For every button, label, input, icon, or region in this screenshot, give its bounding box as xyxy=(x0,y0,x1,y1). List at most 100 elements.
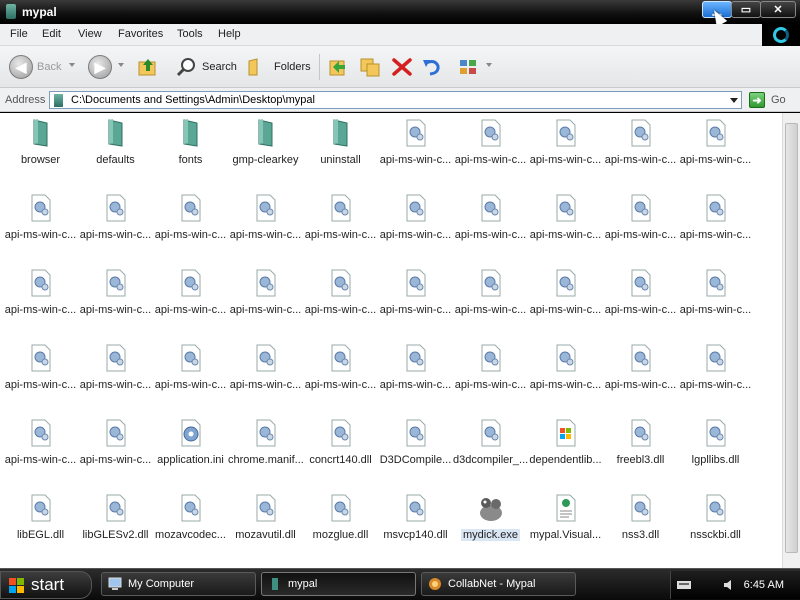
file-item[interactable]: nss3.dll xyxy=(603,491,678,566)
back-dropdown-icon[interactable] xyxy=(69,63,75,67)
address-dropdown-button[interactable] xyxy=(727,92,741,108)
file-item[interactable]: api-ms-win-c... xyxy=(153,191,228,266)
file-item[interactable]: api-ms-win-c... xyxy=(378,266,453,341)
file-item[interactable]: mozglue.dll xyxy=(303,491,378,566)
folder-item[interactable]: defaults xyxy=(78,116,153,191)
undo-icon[interactable] xyxy=(421,57,443,77)
file-item[interactable]: api-ms-win-c... xyxy=(678,266,753,341)
file-item[interactable]: libEGL.dll xyxy=(3,491,78,566)
views-icon[interactable] xyxy=(458,57,480,77)
scrollbar-thumb[interactable] xyxy=(785,123,798,553)
file-item[interactable]: dependentlib... xyxy=(528,416,603,491)
file-name: api-ms-win-c... xyxy=(454,154,527,166)
search-icon[interactable] xyxy=(176,57,198,77)
menu-help[interactable]: Help xyxy=(218,28,241,40)
file-item[interactable]: mozavutil.dll xyxy=(228,491,303,566)
file-item[interactable]: api-ms-win-c... xyxy=(453,116,528,191)
back-button[interactable]: ◀ xyxy=(9,55,33,79)
file-item[interactable]: api-ms-win-c... xyxy=(603,341,678,416)
file-item[interactable]: api-ms-win-c... xyxy=(3,416,78,491)
file-item[interactable]: api-ms-win-c... xyxy=(3,341,78,416)
volume-icon[interactable] xyxy=(723,579,737,591)
menu-tools[interactable]: Tools xyxy=(177,28,203,40)
file-item[interactable]: api-ms-win-c... xyxy=(303,191,378,266)
file-item[interactable]: freebl3.dll xyxy=(603,416,678,491)
file-item[interactable]: api-ms-win-c... xyxy=(603,116,678,191)
views-dropdown-icon[interactable] xyxy=(486,63,492,67)
dll-file-icon xyxy=(479,343,503,373)
maximize-button[interactable]: ▭ xyxy=(731,1,761,18)
search-label[interactable]: Search xyxy=(202,61,237,73)
file-item[interactable]: nssckbi.dll xyxy=(678,491,753,566)
file-item[interactable]: mydick.exe xyxy=(453,491,528,566)
task-collabnet-mypal[interactable]: CollabNet - Mypal xyxy=(421,572,576,596)
file-item[interactable]: api-ms-win-c... xyxy=(678,341,753,416)
task-my-computer[interactable]: My Computer xyxy=(101,572,256,596)
file-item[interactable]: api-ms-win-c... xyxy=(678,116,753,191)
folders-icon[interactable] xyxy=(246,57,268,77)
forward-button[interactable]: ▶ xyxy=(88,55,112,79)
copy-to-icon[interactable] xyxy=(359,57,381,77)
file-item[interactable]: api-ms-win-c... xyxy=(453,191,528,266)
menu-favorites[interactable]: Favorites xyxy=(118,28,163,40)
keyboard-icon[interactable] xyxy=(677,579,691,591)
file-item[interactable]: application.ini xyxy=(153,416,228,491)
task-mypal-folder[interactable]: mypal xyxy=(261,572,416,596)
file-view[interactable]: browser defaults fonts gmp-clearkey uninstal… xyxy=(0,113,782,568)
go-arrow-icon[interactable]: ➜ xyxy=(749,92,765,108)
file-item[interactable]: api-ms-win-c... xyxy=(528,341,603,416)
file-item[interactable]: api-ms-win-c... xyxy=(228,266,303,341)
file-item[interactable]: mozavcodec... xyxy=(153,491,228,566)
file-item[interactable]: api-ms-win-c... xyxy=(153,341,228,416)
file-item[interactable]: api-ms-win-c... xyxy=(78,266,153,341)
file-item[interactable]: api-ms-win-c... xyxy=(78,341,153,416)
file-item[interactable]: api-ms-win-c... xyxy=(378,341,453,416)
file-item[interactable]: concrt140.dll xyxy=(303,416,378,491)
file-item[interactable]: mypal.Visual... xyxy=(528,491,603,566)
file-item[interactable]: lgpllibs.dll xyxy=(678,416,753,491)
file-item[interactable]: api-ms-win-c... xyxy=(603,266,678,341)
move-to-icon[interactable] xyxy=(327,57,349,77)
file-item[interactable]: api-ms-win-c... xyxy=(528,191,603,266)
dll-file-icon xyxy=(179,493,203,523)
delete-icon[interactable] xyxy=(391,57,413,77)
forward-dropdown-icon[interactable] xyxy=(118,63,124,67)
menu-file[interactable]: File xyxy=(10,28,28,40)
file-item[interactable]: D3DCompile... xyxy=(378,416,453,491)
folders-label[interactable]: Folders xyxy=(274,61,311,73)
folder-item[interactable]: browser xyxy=(3,116,78,191)
menu-edit[interactable]: Edit xyxy=(42,28,61,40)
file-item[interactable]: api-ms-win-c... xyxy=(453,266,528,341)
folder-item[interactable]: gmp-clearkey xyxy=(228,116,303,191)
folder-item[interactable]: fonts xyxy=(153,116,228,191)
file-item[interactable]: api-ms-win-c... xyxy=(78,416,153,491)
file-item[interactable]: api-ms-win-c... xyxy=(153,266,228,341)
go-button[interactable]: Go xyxy=(771,94,786,106)
file-item[interactable]: api-ms-win-c... xyxy=(303,341,378,416)
address-field[interactable]: C:\Documents and Settings\Admin\Desktop\… xyxy=(49,91,742,109)
file-item[interactable]: api-ms-win-c... xyxy=(78,191,153,266)
file-item[interactable]: api-ms-win-c... xyxy=(528,116,603,191)
file-item[interactable]: api-ms-win-c... xyxy=(678,191,753,266)
file-item[interactable]: d3dcompiler_... xyxy=(453,416,528,491)
file-item[interactable]: api-ms-win-c... xyxy=(228,191,303,266)
file-item[interactable]: api-ms-win-c... xyxy=(3,266,78,341)
up-folder-icon[interactable] xyxy=(137,57,159,77)
menu-view[interactable]: View xyxy=(78,28,102,40)
file-item[interactable]: api-ms-win-c... xyxy=(3,191,78,266)
address-path[interactable]: C:\Documents and Settings\Admin\Desktop\… xyxy=(71,94,315,106)
file-item[interactable]: api-ms-win-c... xyxy=(453,341,528,416)
file-item[interactable]: api-ms-win-c... xyxy=(603,191,678,266)
vertical-scrollbar[interactable] xyxy=(782,113,800,568)
file-item[interactable]: libGLESv2.dll xyxy=(78,491,153,566)
file-item[interactable]: api-ms-win-c... xyxy=(228,341,303,416)
file-item[interactable]: api-ms-win-c... xyxy=(378,191,453,266)
file-item[interactable]: msvcp140.dll xyxy=(378,491,453,566)
start-button[interactable]: start xyxy=(0,571,92,599)
folder-item[interactable]: uninstall xyxy=(303,116,378,191)
file-item[interactable]: api-ms-win-c... xyxy=(378,116,453,191)
close-button[interactable]: ✕ xyxy=(760,1,796,18)
file-item[interactable]: chrome.manif... xyxy=(228,416,303,491)
file-item[interactable]: api-ms-win-c... xyxy=(303,266,378,341)
file-item[interactable]: api-ms-win-c... xyxy=(528,266,603,341)
